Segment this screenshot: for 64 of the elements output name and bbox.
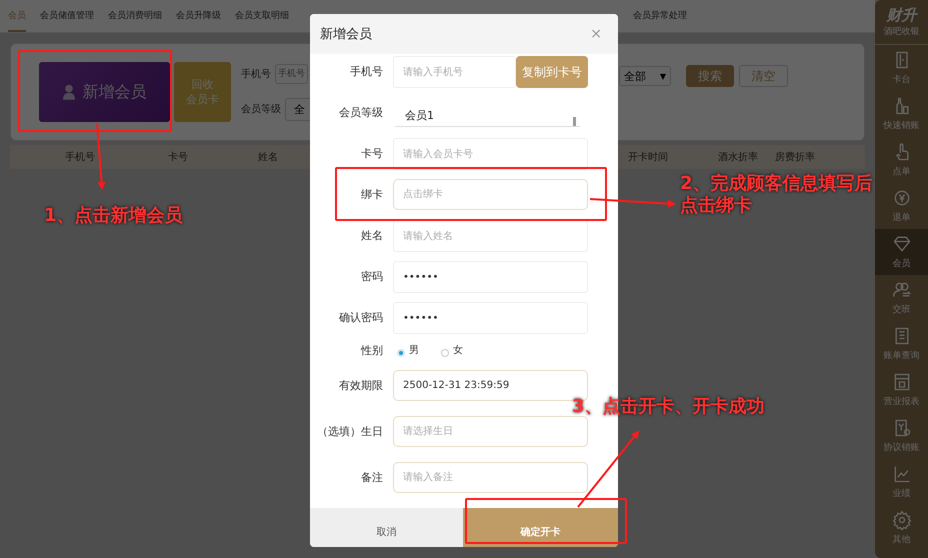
confirm-button[interactable]: 确定开卡 — [463, 508, 618, 547]
level-select[interactable]: 会员1 — [395, 105, 580, 127]
field-label: 密码 — [360, 269, 383, 285]
field-label: 确认密码 — [338, 310, 383, 326]
sidebar-item[interactable]: 退单 — [875, 183, 928, 229]
field-label: 姓名 — [360, 228, 383, 244]
sidebar-item[interactable]: 卡台 — [875, 45, 928, 91]
field-label: 性别 — [360, 343, 383, 359]
add-member-button[interactable]: 新增会员 — [39, 62, 170, 122]
sidebar-item[interactable]: 交班 — [875, 275, 928, 321]
annotation-text: 1、点击新增会员 — [44, 205, 183, 227]
annotation-text: 2、完成顾客信息填写后 点击绑卡 — [680, 173, 873, 217]
tab[interactable]: 会员支取明细 — [235, 0, 289, 32]
sidebar-item[interactable]: 点单 — [875, 137, 928, 183]
diamond-icon — [892, 234, 912, 254]
input-field[interactable]: 点击绑卡 — [393, 179, 588, 210]
tab[interactable]: 会员升降级 — [176, 0, 221, 32]
field-label: 卡号 — [360, 146, 383, 162]
clear-button[interactable]: 清空 — [739, 65, 788, 87]
yen-icon — [892, 188, 912, 208]
person-icon — [62, 84, 74, 100]
level-label: 会员等级 — [241, 103, 281, 116]
field-label: 备注 — [360, 470, 383, 486]
line-chart-icon — [892, 464, 912, 484]
radio-button[interactable] — [441, 349, 449, 357]
sidebar-item[interactable]: 其他 — [875, 505, 928, 551]
brand-name: 财升 — [886, 6, 916, 25]
field-label: （选填）生日 — [316, 424, 383, 440]
sidebar-item[interactable]: 快速销账 — [875, 91, 928, 137]
tab[interactable]: 会员消费明细 — [108, 0, 162, 32]
radio-button[interactable] — [397, 349, 405, 357]
input-field[interactable]: 请输入姓名 — [393, 220, 588, 252]
field-label: 有效期限 — [338, 378, 383, 394]
sidebar-item[interactable]: 账单查询 — [875, 321, 928, 367]
arrow — [96, 122, 106, 190]
sidebar-item[interactable]: 业绩 — [875, 459, 928, 505]
sidebar-item[interactable]: 会员 — [875, 229, 928, 275]
cancel-button[interactable]: 取消 — [310, 508, 463, 547]
recycle-card-button[interactable]: 回收 会员卡 — [174, 62, 231, 122]
settings-icon — [892, 510, 912, 530]
input-field[interactable]: 请输入手机号 — [393, 56, 516, 88]
input-field[interactable]: 请输入备注 — [393, 462, 588, 493]
tab[interactable]: 会员储值管理 — [40, 0, 94, 32]
tab[interactable]: 会员异常处理 — [633, 0, 687, 32]
sidebar-item[interactable]: 协议销账 — [875, 413, 928, 459]
status-select[interactable]: 全部 ▼ — [619, 66, 671, 86]
radio-label: 男 — [409, 344, 419, 358]
dialog-title: 新增会员 — [320, 26, 372, 43]
search-button[interactable]: 搜索 — [686, 65, 734, 87]
field-label: 绑卡 — [360, 187, 383, 203]
brand-subtitle: 酒吧收银 — [884, 26, 920, 38]
ledger-icon — [892, 372, 912, 392]
input-field[interactable]: 请输入会员卡号 — [393, 138, 588, 170]
phone-label: 手机号 — [241, 68, 271, 80]
input-field[interactable]: 请选择生日 — [393, 416, 588, 447]
field-label: 会员等级 — [338, 105, 383, 121]
sidebar-item[interactable]: 营业报表 — [875, 367, 928, 413]
copy-button[interactable]: 复制到卡号 — [516, 56, 588, 88]
radio-label: 女 — [453, 344, 463, 358]
input-field[interactable]: •••••• — [393, 302, 588, 334]
tab[interactable]: 会员 — [8, 0, 26, 32]
input-field[interactable]: •••••• — [393, 261, 588, 293]
close-button[interactable]: × — [584, 25, 608, 43]
field-label: 手机号 — [349, 64, 383, 80]
